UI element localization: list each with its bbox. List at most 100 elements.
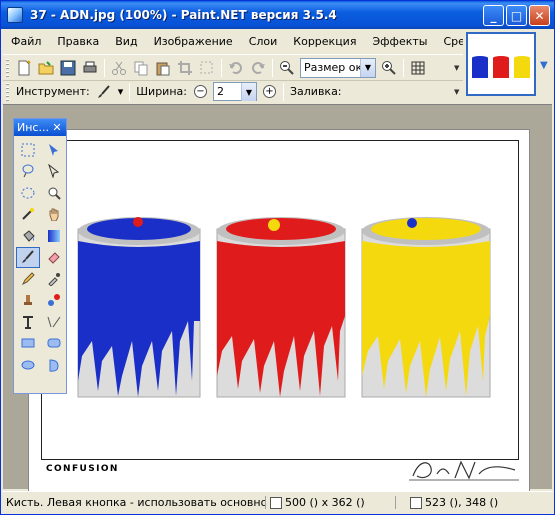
ellipse-select-tool[interactable] [16,182,40,204]
current-tool-button[interactable] [93,81,115,103]
save-icon [60,60,76,75]
toolbar-grip[interactable] [6,82,9,101]
brush-tool[interactable] [16,246,40,268]
gradient-tool[interactable] [42,225,66,247]
cut-button[interactable] [108,57,130,79]
freeform-shape-tool[interactable] [42,354,66,376]
photographer-signature [409,456,519,487]
rectangle-tool[interactable] [16,333,40,355]
signature-mark [409,460,519,481]
chevron-down-icon[interactable]: ▾ [118,85,124,98]
toolbar-separator [221,58,222,77]
tools-close-icon[interactable]: ✕ [50,120,64,134]
lasso-select-tool[interactable] [16,161,40,183]
brush-icon [22,250,34,264]
recolor-icon [48,294,60,307]
crop-button[interactable] [174,57,196,79]
ellipse-icon [21,360,35,370]
move-selection-tool[interactable] [42,139,66,161]
ellipse-select-icon [21,187,35,199]
title-bar[interactable]: 37 - ADN.jpg (100%) - Paint.NET версия 3… [1,1,554,29]
grid-button[interactable] [407,57,429,79]
print-button[interactable] [79,57,101,79]
freeform-shape-icon [49,359,59,372]
line-curve-tool[interactable] [42,311,66,333]
rectangle-select-icon [21,143,35,157]
pan-tool[interactable] [42,204,66,226]
menu-layers[interactable]: Слои [241,31,286,53]
menu-adjustments[interactable]: Коррекция [285,31,364,53]
paint-bucket-tool[interactable] [16,225,40,247]
width-select[interactable]: 2 ▼ [212,82,257,101]
tool-label: Инструмент: [16,85,90,98]
cursor-position-value: 523 (), 348 () [425,496,499,509]
menu-file[interactable]: Файл [3,31,49,53]
status-image-size: 500 () x 362 () [266,496,396,509]
increase-width-button[interactable]: + [262,85,276,98]
save-button[interactable] [57,57,79,79]
status-cursor-position: 523 (), 348 () [406,496,498,509]
status-hint: Кисть. Левая кнопка - использовать основ… [2,496,266,509]
minimize-button[interactable]: _ [483,5,504,26]
image-canvas[interactable]: CONFUSION [28,129,530,493]
toolbar-overflow-icon[interactable]: ▼ [454,88,459,96]
zoom-select[interactable]: Размер окна ▼ [300,57,376,78]
lasso-icon [22,164,34,178]
zoom-in-icon [382,60,396,75]
toolbar-overflow-icon[interactable]: ▼ [454,64,459,72]
magic-wand-icon [22,208,34,220]
thumbnail-image [472,56,530,78]
toolbar-separator [104,58,105,77]
zoom-out-button[interactable] [276,57,298,79]
line-curve-icon [47,316,61,328]
redo-button[interactable] [247,57,269,79]
menu-edit[interactable]: Правка [49,31,107,53]
width-value: 2 [216,85,224,98]
status-bar: Кисть. Левая кнопка - использовать основ… [2,491,553,513]
open-button[interactable] [35,57,57,79]
decrease-width-button[interactable]: − [193,85,207,98]
toolbar-separator [403,58,404,77]
recolor-tool[interactable] [42,290,66,312]
menu-effects[interactable]: Эффекты [364,31,435,53]
move-selected-tool[interactable] [42,161,66,183]
magic-wand-tool[interactable] [16,204,40,226]
open-folder-icon [38,60,54,74]
rounded-rectangle-tool[interactable] [42,333,66,355]
image-thumbnail[interactable] [466,32,536,96]
clone-stamp-tool[interactable] [16,290,40,312]
image-thumbnail-panel: ▼ [463,30,554,103]
zoom-out-icon [280,60,294,75]
image-size-icon [270,496,282,509]
window-title: 37 - ADN.jpg (100%) - Paint.NET версия 3… [30,8,337,22]
new-button[interactable] [13,57,35,79]
color-picker-tool[interactable] [42,268,66,290]
rectangle-select-tool[interactable] [16,139,40,161]
copy-button[interactable] [130,57,152,79]
tools-palette-title[interactable]: Инс... ✕ [14,119,66,136]
thumbnail-collapse-icon[interactable]: ▼ [540,60,548,71]
fill-label: Заливка: [289,85,342,98]
zoom-tool[interactable] [42,182,66,204]
menu-tools[interactable]: Средства [435,31,463,53]
undo-button[interactable] [225,57,247,79]
ellipse-tool[interactable] [16,354,40,376]
pencil-tool[interactable] [16,268,40,290]
cursor-position-icon [410,496,422,509]
eraser-tool[interactable] [42,247,66,269]
text-tool[interactable] [16,311,40,333]
tools-grid [14,136,66,379]
stamp-icon [24,295,32,306]
menu-image[interactable]: Изображение [146,31,241,53]
image-size-value: 500 () x 362 () [285,496,365,509]
menu-view[interactable]: Вид [107,31,145,53]
brush-icon [97,84,110,98]
canvas-workspace[interactable]: CONFUSION [3,104,552,493]
toolbar-grip[interactable] [6,58,9,77]
maximize-button[interactable]: □ [506,5,527,26]
paste-button[interactable] [152,57,174,79]
close-button[interactable]: ✕ [529,5,550,26]
zoom-in-button[interactable] [378,57,400,79]
deselect-button[interactable] [196,57,218,79]
tool-options-bar: Инструмент: ▾ Ширина: − 2 ▼ + Заливка: ▼ [3,80,463,102]
